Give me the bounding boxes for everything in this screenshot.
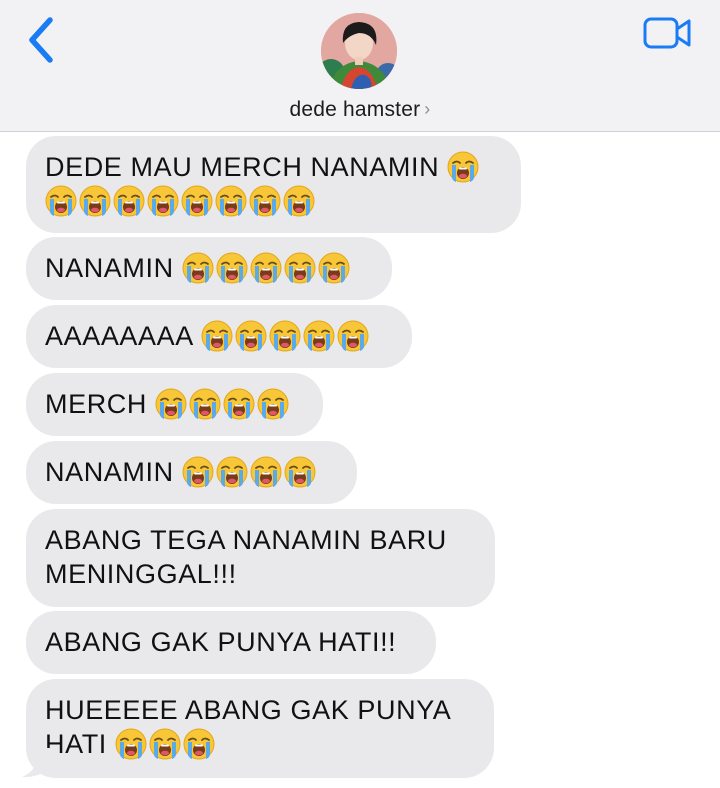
message-text: ABANG GAK PUNYA HATI!! [45, 627, 397, 657]
loudly-crying-face-icon [235, 320, 267, 352]
chevron-left-icon [29, 17, 53, 63]
loudly-crying-face-icon [189, 388, 221, 420]
contact-name-label: dede hamster [289, 98, 421, 121]
avatar-photo [321, 13, 397, 89]
bubble-tail [22, 748, 52, 778]
loudly-crying-face-icon [249, 185, 281, 217]
loudly-crying-face-icon [115, 728, 147, 760]
message-text: NANAMIN [45, 457, 174, 487]
loudly-crying-face-icon [318, 252, 350, 284]
loudly-crying-face-icon [216, 456, 248, 488]
message-text: AAAAAAAA [45, 321, 193, 351]
loudly-crying-face-icon [182, 252, 214, 284]
video-camera-icon [643, 17, 691, 49]
loudly-crying-face-icon [155, 388, 187, 420]
message-text: MERCH [45, 389, 147, 419]
message-bubble[interactable]: AAAAAAAA [26, 305, 412, 368]
message-bubble[interactable]: HUEEEEE ABANG GAK PUNYA HATI [26, 679, 494, 778]
loudly-crying-face-icon [257, 388, 289, 420]
loudly-crying-face-icon [250, 252, 282, 284]
loudly-crying-face-icon [183, 728, 215, 760]
message-bubble[interactable]: NANAMIN [26, 237, 392, 300]
loudly-crying-face-icon [147, 185, 179, 217]
contact-name[interactable]: dede hamster › [0, 98, 720, 122]
message-bubble[interactable]: ABANG GAK PUNYA HATI!! [26, 611, 436, 674]
message-text: HUEEEEE ABANG GAK PUNYA [45, 695, 452, 725]
loudly-crying-face-icon [447, 151, 479, 183]
loudly-crying-face-icon [303, 320, 335, 352]
loudly-crying-face-icon [149, 728, 181, 760]
message-text-line2: HATI [45, 729, 107, 759]
loudly-crying-face-icon [181, 185, 213, 217]
loudly-crying-face-icon [250, 456, 282, 488]
loudly-crying-face-icon [284, 252, 316, 284]
loudly-crying-face-icon [215, 185, 247, 217]
message-text-line2: MENINGGAL!!! [45, 559, 237, 589]
back-button[interactable] [22, 14, 66, 66]
loudly-crying-face-icon [223, 388, 255, 420]
avatar[interactable] [321, 13, 397, 89]
message-text: DEDE MAU MERCH NANAMIN [45, 152, 440, 182]
loudly-crying-face-icon [182, 456, 214, 488]
facetime-video-button[interactable] [643, 16, 691, 50]
loudly-crying-face-icon [337, 320, 369, 352]
chevron-right-icon: › [424, 99, 431, 119]
message-bubble[interactable]: DEDE MAU MERCH NANAMIN [26, 136, 521, 233]
loudly-crying-face-icon [79, 185, 111, 217]
loudly-crying-face-icon [113, 185, 145, 217]
message-bubble[interactable]: ABANG TEGA NANAMIN BARU MENINGGAL!!! [26, 509, 495, 607]
message-text: ABANG TEGA NANAMIN BARU [45, 525, 447, 555]
loudly-crying-face-icon [216, 252, 248, 284]
conversation-header: dede hamster › [0, 0, 720, 132]
loudly-crying-face-icon [45, 185, 77, 217]
loudly-crying-face-icon [284, 456, 316, 488]
loudly-crying-face-icon [201, 320, 233, 352]
loudly-crying-face-icon [269, 320, 301, 352]
message-bubble[interactable]: NANAMIN [26, 441, 357, 504]
loudly-crying-face-icon [283, 185, 315, 217]
message-text: NANAMIN [45, 253, 174, 283]
message-bubble[interactable]: MERCH [26, 373, 323, 436]
